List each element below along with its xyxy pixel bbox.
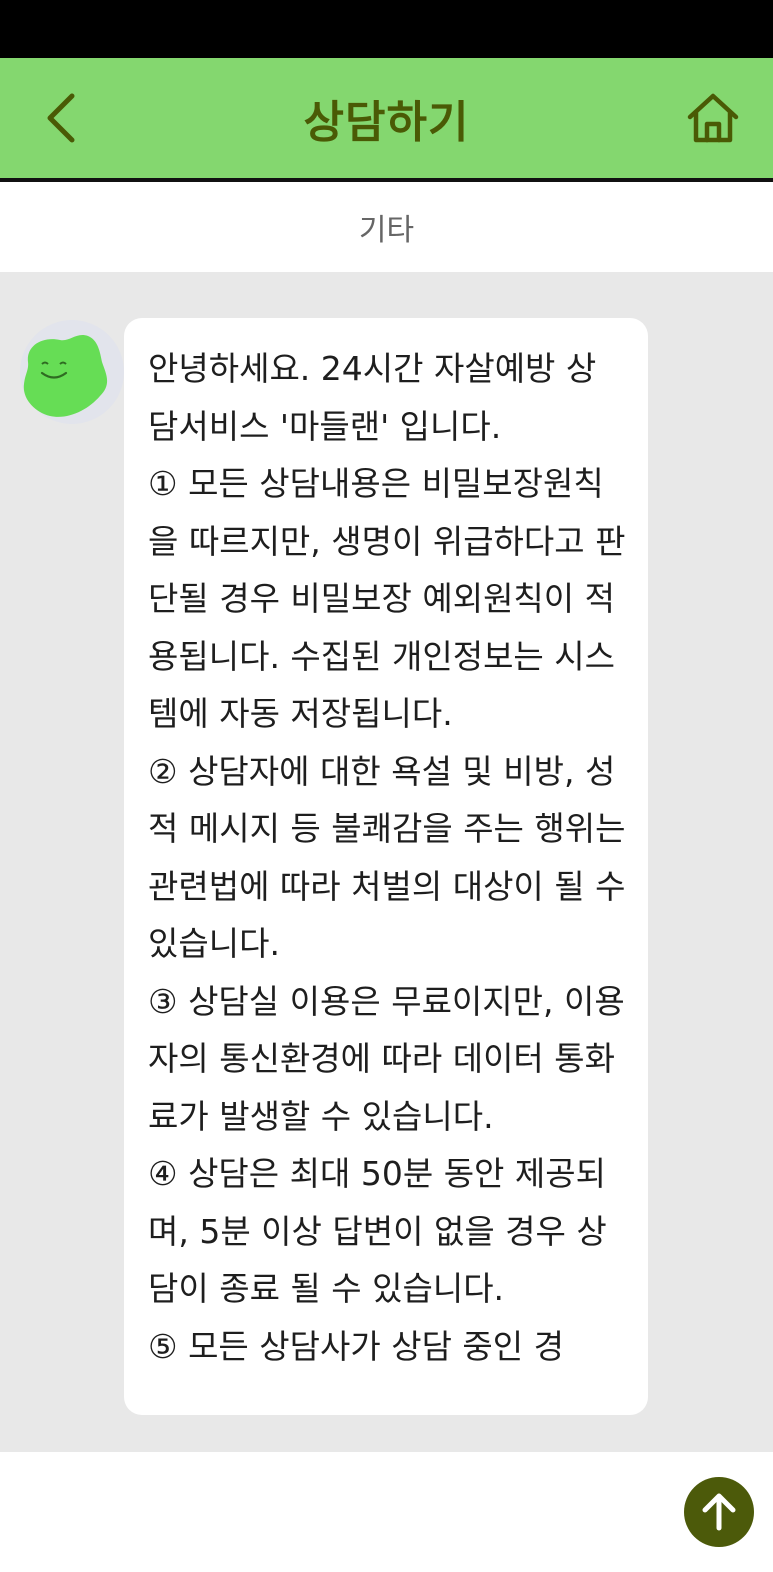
chevron-left-icon bbox=[47, 93, 75, 143]
send-button[interactable] bbox=[684, 1477, 754, 1547]
message-line: ③ 상담실 이용은 무료이지만, 이용자의 통신환경에 따라 데이터 통화료가 … bbox=[148, 981, 625, 1136]
smiley-blob-icon bbox=[23, 335, 108, 417]
back-button[interactable] bbox=[30, 86, 90, 150]
chat-area[interactable]: 안녕하세요. 24시간 자살예방 상담서비스 '마들랜' 입니다. ① 모든 상… bbox=[0, 272, 773, 1452]
home-icon bbox=[687, 93, 739, 143]
arrow-up-icon bbox=[702, 1493, 736, 1531]
message-line: ① 모든 상담내용은 비밀보장원칙을 따르지만, 생명이 위급하다고 판단될 경… bbox=[148, 464, 626, 733]
page-title: 상담하기 bbox=[303, 97, 470, 148]
category-label: 기타 bbox=[0, 182, 773, 272]
input-bar bbox=[0, 1452, 773, 1572]
message-line: ② 상담자에 대한 욕설 및 비방, 성적 메시지 등 불쾌감을 주는 행위는 … bbox=[148, 751, 626, 964]
message-line: ④ 상담은 최대 50분 동안 제공되며, 5분 이상 답변이 없을 경우 상담… bbox=[148, 1154, 607, 1308]
app-header: 상담하기 bbox=[0, 58, 773, 182]
message-line: 안녕하세요. 24시간 자살예방 상담서비스 '마들랜' 입니다. bbox=[148, 349, 597, 446]
counselor-avatar bbox=[20, 320, 124, 424]
home-button[interactable] bbox=[681, 86, 745, 150]
message-line: ⑤ 모든 상담사가 상담 중인 경 bbox=[148, 1326, 564, 1366]
message-bubble: 안녕하세요. 24시간 자살예방 상담서비스 '마들랜' 입니다. ① 모든 상… bbox=[124, 318, 648, 1415]
status-bar bbox=[0, 0, 773, 58]
